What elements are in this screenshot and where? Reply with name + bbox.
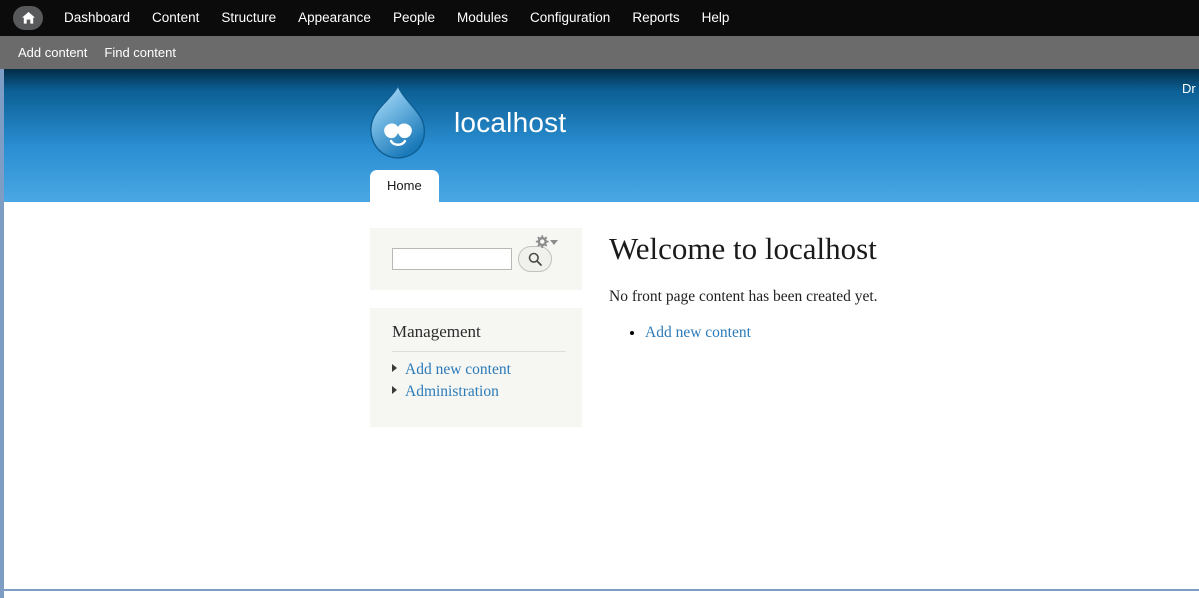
site-branding[interactable]: localhost — [366, 84, 566, 162]
site-name[interactable]: localhost — [454, 107, 566, 139]
sidebar-first: Management Add new content Administratio… — [370, 228, 582, 427]
management-menu-list: Add new content Administration — [392, 361, 566, 401]
tab-home[interactable]: Home — [370, 170, 439, 202]
toolbar-item-reports[interactable]: Reports — [621, 0, 690, 36]
toolbar-item-structure[interactable]: Structure — [210, 0, 287, 36]
toolbar-item-modules[interactable]: Modules — [446, 0, 519, 36]
menu-link-add-new-content[interactable]: Add new content — [405, 361, 511, 379]
page-bottom-border — [4, 589, 1199, 591]
toolbar-item-help[interactable]: Help — [691, 0, 741, 36]
shortcut-bar: Add content Find content — [0, 36, 1199, 69]
list-item[interactable]: Administration — [392, 383, 566, 401]
admin-toolbar: Dashboard Content Structure Appearance P… — [0, 0, 1199, 36]
triangle-bullet-icon — [392, 386, 397, 394]
list-item[interactable]: Add new content — [392, 361, 566, 379]
management-block: Management Add new content Administratio… — [370, 308, 582, 427]
search-submit-button[interactable] — [518, 246, 552, 272]
management-block-title: Management — [392, 322, 566, 352]
shortcut-add-content[interactable]: Add content — [18, 45, 104, 60]
secondary-menu-clipped[interactable]: Dr — [1182, 81, 1196, 96]
list-item: Add new content — [645, 324, 1129, 342]
search-block — [370, 228, 582, 290]
toolbar-item-people[interactable]: People — [382, 0, 446, 36]
site-header: localhost Dr Home — [4, 69, 1199, 202]
page-title: Welcome to localhost — [609, 231, 877, 266]
search-form — [392, 246, 568, 272]
toolbar-item-appearance[interactable]: Appearance — [287, 0, 382, 36]
triangle-bullet-icon — [392, 364, 397, 372]
primary-tabs: Home — [370, 170, 439, 202]
magnifier-icon — [528, 252, 542, 266]
contextual-links-trigger[interactable] — [534, 234, 558, 249]
main-content: Welcome to localhost No front page conte… — [609, 231, 1129, 346]
empty-front-page-message: No front page content has been created y… — [609, 288, 878, 306]
link-add-new-content[interactable]: Add new content — [645, 324, 751, 341]
search-input[interactable] — [392, 248, 512, 270]
toolbar-item-configuration[interactable]: Configuration — [519, 0, 621, 36]
chevron-down-icon — [550, 240, 558, 245]
page-body: Management Add new content Administratio… — [4, 202, 1199, 589]
toolbar-item-content[interactable]: Content — [141, 0, 210, 36]
toolbar-menu: Dashboard Content Structure Appearance P… — [53, 0, 740, 36]
shortcut-find-content[interactable]: Find content — [104, 45, 193, 60]
gear-icon — [535, 235, 549, 248]
content-action-list: Add new content — [609, 324, 1129, 342]
home-icon[interactable] — [13, 6, 43, 30]
menu-link-administration[interactable]: Administration — [405, 383, 499, 401]
drupal-droplet-icon[interactable] — [366, 84, 430, 162]
toolbar-item-dashboard[interactable]: Dashboard — [53, 0, 141, 36]
